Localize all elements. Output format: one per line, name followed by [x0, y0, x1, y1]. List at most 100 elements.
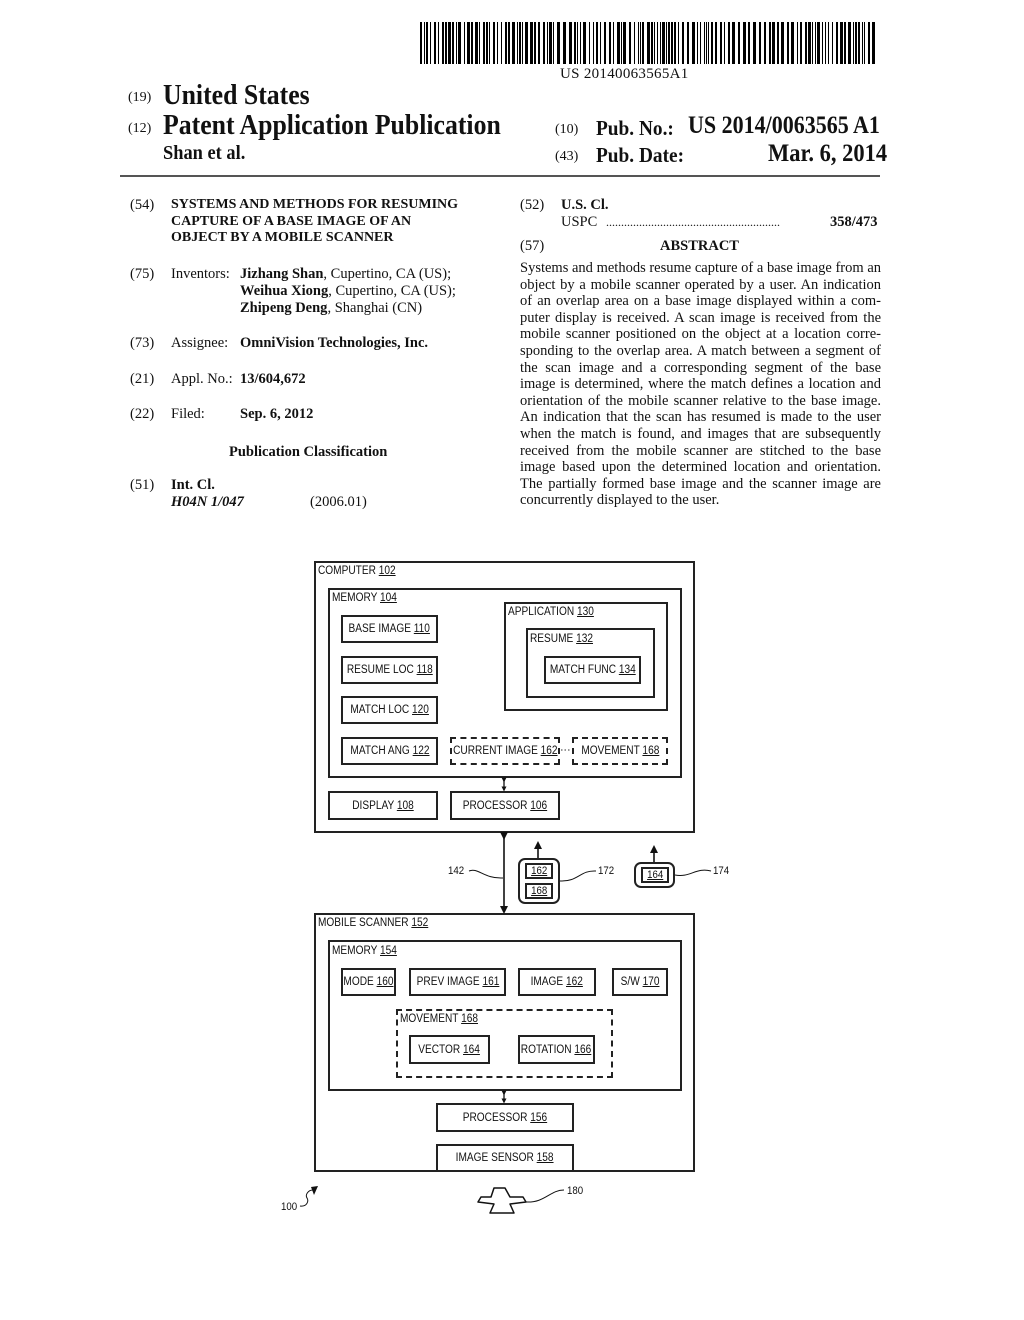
barcode-bar	[493, 22, 495, 64]
barcode-bar	[764, 22, 766, 64]
invention-title: SYSTEMS AND METHODS FOR RESUMING CAPTURE…	[171, 197, 458, 247]
pub-date-code: (43)	[555, 149, 579, 164]
barcode-bar	[577, 22, 578, 64]
appl-label: Appl. No.:	[171, 371, 233, 387]
abstract-heading: ABSTRACT	[660, 238, 739, 254]
barcode-bar	[872, 22, 875, 64]
barcode-bar	[557, 22, 560, 64]
barcode-bar	[424, 22, 425, 64]
barcode-bar	[647, 22, 650, 64]
barcode-bar	[855, 22, 857, 64]
packet-ref-172: 172	[598, 865, 615, 877]
us-cl-code: (52)	[520, 197, 545, 213]
uspc-label: USPC	[561, 214, 598, 230]
barcode-number: US 20140063565A1	[560, 66, 689, 82]
barcode-bar	[430, 22, 431, 64]
barcode-bar	[497, 22, 498, 64]
barcode-bar	[815, 22, 816, 64]
barcode-bar	[522, 22, 523, 64]
barcode-bar	[769, 22, 771, 64]
barcode-bar	[668, 22, 670, 64]
barcode-bar	[479, 22, 480, 64]
int-cl-code: (51)	[130, 477, 155, 493]
barcode-bar	[434, 22, 436, 64]
barcode-bar	[662, 22, 665, 64]
barcode-bar	[534, 22, 536, 64]
barcode-bar	[448, 22, 451, 64]
barcode-bar	[512, 22, 515, 64]
barcode-bar	[868, 22, 870, 64]
barcode-bar	[613, 22, 614, 64]
barcode-bar	[593, 22, 594, 64]
barcode-bar	[458, 22, 461, 64]
barcode-bar	[738, 22, 740, 64]
barcode-bar	[687, 22, 689, 64]
barcode-bar	[617, 22, 620, 64]
barcode-bar	[828, 22, 829, 64]
match-loc-box: MATCH LOC 120	[341, 696, 438, 724]
barcode-bar	[797, 22, 798, 64]
barcode-bar	[724, 22, 725, 64]
publication-type: Patent Application Publication	[163, 110, 501, 141]
barcode-bar	[825, 22, 826, 64]
barcode-bar	[692, 22, 695, 64]
barcode-bar	[759, 22, 761, 64]
object-180-shape	[477, 1187, 527, 1214]
barcode-bar	[840, 22, 843, 64]
barcode-bar	[748, 22, 750, 64]
title-code: (54)	[130, 197, 155, 213]
inventors-code: (75)	[130, 266, 155, 282]
abstract-code: (57)	[520, 238, 545, 254]
title-line: SYSTEMS AND METHODS FOR RESUMING	[171, 197, 459, 212]
barcode-bar	[711, 22, 713, 64]
barcode-bar	[805, 22, 807, 64]
country-code: (19)	[128, 90, 152, 105]
barcode-bar	[787, 22, 789, 64]
barcode-bar	[777, 22, 779, 64]
memory-104-label: MEMORY 104	[332, 592, 397, 604]
image-sensor-box: IMAGE SENSOR 158	[436, 1144, 574, 1172]
barcode-bar	[864, 22, 865, 64]
barcode-bar	[671, 22, 673, 64]
vector-box: VECTOR 164	[409, 1035, 490, 1064]
barcode-bar	[547, 22, 548, 64]
barcode-bar	[666, 22, 667, 64]
display-box: DISPLAY 108	[328, 791, 438, 820]
barcode-bar	[596, 22, 598, 64]
mobile-scanner-label: MOBILE SCANNER 152	[318, 917, 429, 929]
barcode-bar	[715, 22, 717, 64]
country-line: (19)	[128, 90, 151, 108]
barcode-bar	[732, 22, 735, 64]
barcode-bar	[800, 22, 802, 64]
movement-168-ms-label: MOVEMENT 168	[400, 1013, 479, 1025]
barcode-bar	[853, 22, 854, 64]
match-ang-box: MATCH ANG 122	[341, 737, 438, 765]
barcode-bar	[420, 22, 422, 64]
barcode-bar	[525, 22, 528, 64]
abstract-text: Systems and methods resume capture of a …	[520, 260, 881, 509]
barcode-bar	[638, 22, 639, 64]
barcode-bar	[832, 22, 833, 64]
uspc-dots: ........................................…	[606, 215, 780, 229]
assignee-code: (73)	[130, 335, 155, 351]
image-162-box: IMAGE 162	[518, 968, 596, 996]
barcode-bar	[543, 22, 545, 64]
packet-172-item: 168	[525, 883, 553, 899]
leader-142	[468, 869, 504, 879]
inventors-label: Inventors:	[171, 266, 230, 282]
authors: Shan et al.	[163, 142, 246, 164]
title-line: CAPTURE OF A BASE IMAGE OF AN	[171, 213, 412, 229]
current-image-box: CURRENT IMAGE 162	[450, 737, 560, 765]
barcode-bar	[486, 22, 488, 64]
barcode-bar	[697, 22, 698, 64]
bus-ref-142: 142	[448, 865, 465, 877]
barcode-bar	[604, 22, 606, 64]
barcode-bar	[642, 22, 644, 64]
inventor: Zhipeng Deng, Shanghai (CN)	[240, 300, 423, 316]
leader-100	[299, 1189, 314, 1207]
barcode-bar	[623, 22, 626, 64]
mode-box: MODE 160	[341, 968, 396, 996]
barcode-bar	[600, 22, 601, 64]
barcode-bar	[808, 22, 811, 64]
pub-no-value: US 2014/0063565 A1	[688, 112, 880, 139]
